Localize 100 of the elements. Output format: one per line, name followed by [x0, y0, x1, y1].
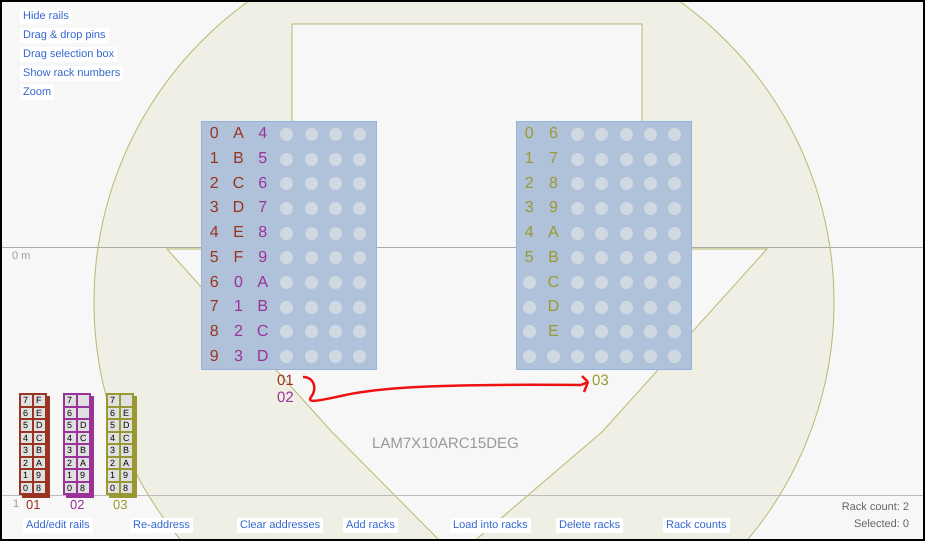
- empty-slot: [77, 406, 90, 419]
- pin-label: C: [548, 274, 560, 292]
- pin-dot: [304, 251, 318, 264]
- rack-icon[interactable]: 7 6 5 D 4 C 3 B 2 A 1 9 0 8: [63, 393, 91, 495]
- pin-label: 1: [210, 150, 219, 168]
- pin-dot: [329, 251, 342, 264]
- pin-label: 4: [258, 125, 268, 144]
- slot-label: B: [80, 445, 86, 455]
- pin-label: 6: [548, 125, 558, 144]
- pin-dot: [595, 177, 608, 190]
- pin-dot: [595, 202, 608, 215]
- slot-label: 5: [110, 420, 116, 430]
- slot-label: D: [80, 420, 86, 430]
- pin-dot: [644, 128, 658, 141]
- pin-dot: [595, 325, 608, 338]
- pin-dot: [644, 177, 658, 190]
- pin-dot: [280, 202, 294, 215]
- toolbar-link[interactable]: Add/edit rails: [23, 518, 93, 533]
- pin-dot: [571, 202, 584, 215]
- pin-dot: [329, 300, 342, 314]
- pin-dot: [280, 128, 294, 141]
- pin-label: 9: [548, 199, 558, 218]
- toolbar-link[interactable]: Re-address: [130, 518, 193, 533]
- pin-label: B: [257, 298, 268, 316]
- pin-label: 6: [210, 274, 219, 292]
- pin-label: 8: [548, 174, 558, 193]
- pin-dot: [329, 128, 342, 141]
- tool-link[interactable]: Zoom: [20, 85, 54, 100]
- pin-dot: [571, 128, 584, 141]
- slot-label: 1: [110, 470, 116, 480]
- pin-label: B: [233, 150, 244, 168]
- pin-dot: [304, 202, 318, 215]
- pin-dot: [280, 350, 294, 364]
- pin-dot: [353, 251, 366, 264]
- pin-label: A: [548, 224, 559, 242]
- slot-label: 7: [23, 395, 28, 405]
- rack-icon[interactable]: 7 6 E 5 D 4 C 3 B 2 A 1 9 0 8: [106, 393, 134, 495]
- pin-dot: [644, 226, 658, 240]
- toolbar-link[interactable]: Load into racks: [450, 518, 531, 533]
- toolbar-link[interactable]: Clear addresses: [237, 518, 324, 533]
- pin-dot: [668, 276, 682, 290]
- pin-label: C: [256, 322, 268, 341]
- rack-panel[interactable]: 0 A 4 1 B 5 2 C 6 3 D 7 4 E 8 5 F 9 6 0 A 7 1 B 8 2 C 9 3 D: [201, 121, 377, 370]
- pin-dot: [329, 325, 342, 338]
- tool-link[interactable]: Drag selection box: [20, 47, 118, 62]
- slot-label: B: [123, 445, 130, 455]
- rack-icon[interactable]: 7 F 6 E 5 D 4 C 3 B 2 A 1 9 0 8: [19, 393, 47, 495]
- pin-dot: [280, 325, 294, 338]
- pin-dot: [668, 350, 682, 364]
- pin-dot: [620, 251, 633, 264]
- toolbar-link[interactable]: Delete racks: [556, 518, 624, 533]
- slot-label: 4: [110, 432, 116, 442]
- tool-link[interactable]: Drag & drop pins: [20, 28, 109, 43]
- slot-label: 8: [80, 482, 86, 492]
- pin-dot: [280, 177, 294, 190]
- pin-dot: [522, 300, 536, 314]
- pin-dot: [353, 325, 366, 338]
- toolbar-link[interactable]: Add racks: [343, 518, 398, 533]
- pin-label: A: [257, 274, 268, 292]
- rack-number: 03: [592, 372, 609, 389]
- pin-label: 1: [524, 150, 534, 168]
- slot-label: 2: [67, 458, 72, 468]
- slot-label: F: [36, 395, 42, 405]
- slot-label: 2: [23, 458, 28, 468]
- pin-label: 6: [258, 174, 268, 193]
- slot-label: 6: [110, 408, 116, 418]
- pin-label: 3: [234, 348, 243, 366]
- pin-label: D: [256, 348, 268, 366]
- pin-dot: [595, 276, 608, 290]
- pin-dot: [620, 276, 633, 290]
- toolbar-link[interactable]: Rack counts: [663, 518, 730, 533]
- pin-dot: [595, 350, 608, 364]
- tool-link[interactable]: Hide rails: [20, 9, 72, 24]
- pin-label: 7: [258, 199, 268, 218]
- pin-dot: [329, 177, 342, 190]
- pin-dot: [644, 152, 658, 166]
- pin-dot: [280, 152, 294, 166]
- tool-link[interactable]: Show rack numbers: [20, 66, 124, 81]
- pin-dot: [304, 177, 318, 190]
- pin-dot: [280, 300, 294, 314]
- pin-label: 8: [210, 322, 219, 341]
- slot-label: 6: [23, 408, 28, 418]
- slot-label: E: [36, 408, 42, 418]
- pin-dot: [644, 202, 658, 215]
- pin-dot: [571, 300, 584, 314]
- pin-dot: [595, 251, 608, 264]
- pin-dot: [353, 350, 366, 364]
- slot-label: 3: [23, 445, 28, 455]
- slot-label: 3: [110, 445, 116, 455]
- slot-label: C: [80, 432, 86, 442]
- slot-label: A: [123, 458, 130, 468]
- empty-slot: [77, 394, 90, 406]
- slot-label: 0: [110, 482, 116, 492]
- slot-label: 4: [67, 432, 72, 442]
- slot-label: D: [123, 420, 130, 430]
- pin-dot: [304, 325, 318, 338]
- pin-dot: [644, 251, 658, 264]
- pin-dot: [304, 350, 318, 364]
- pin-dot: [571, 276, 584, 290]
- pin-label: 2: [234, 322, 243, 341]
